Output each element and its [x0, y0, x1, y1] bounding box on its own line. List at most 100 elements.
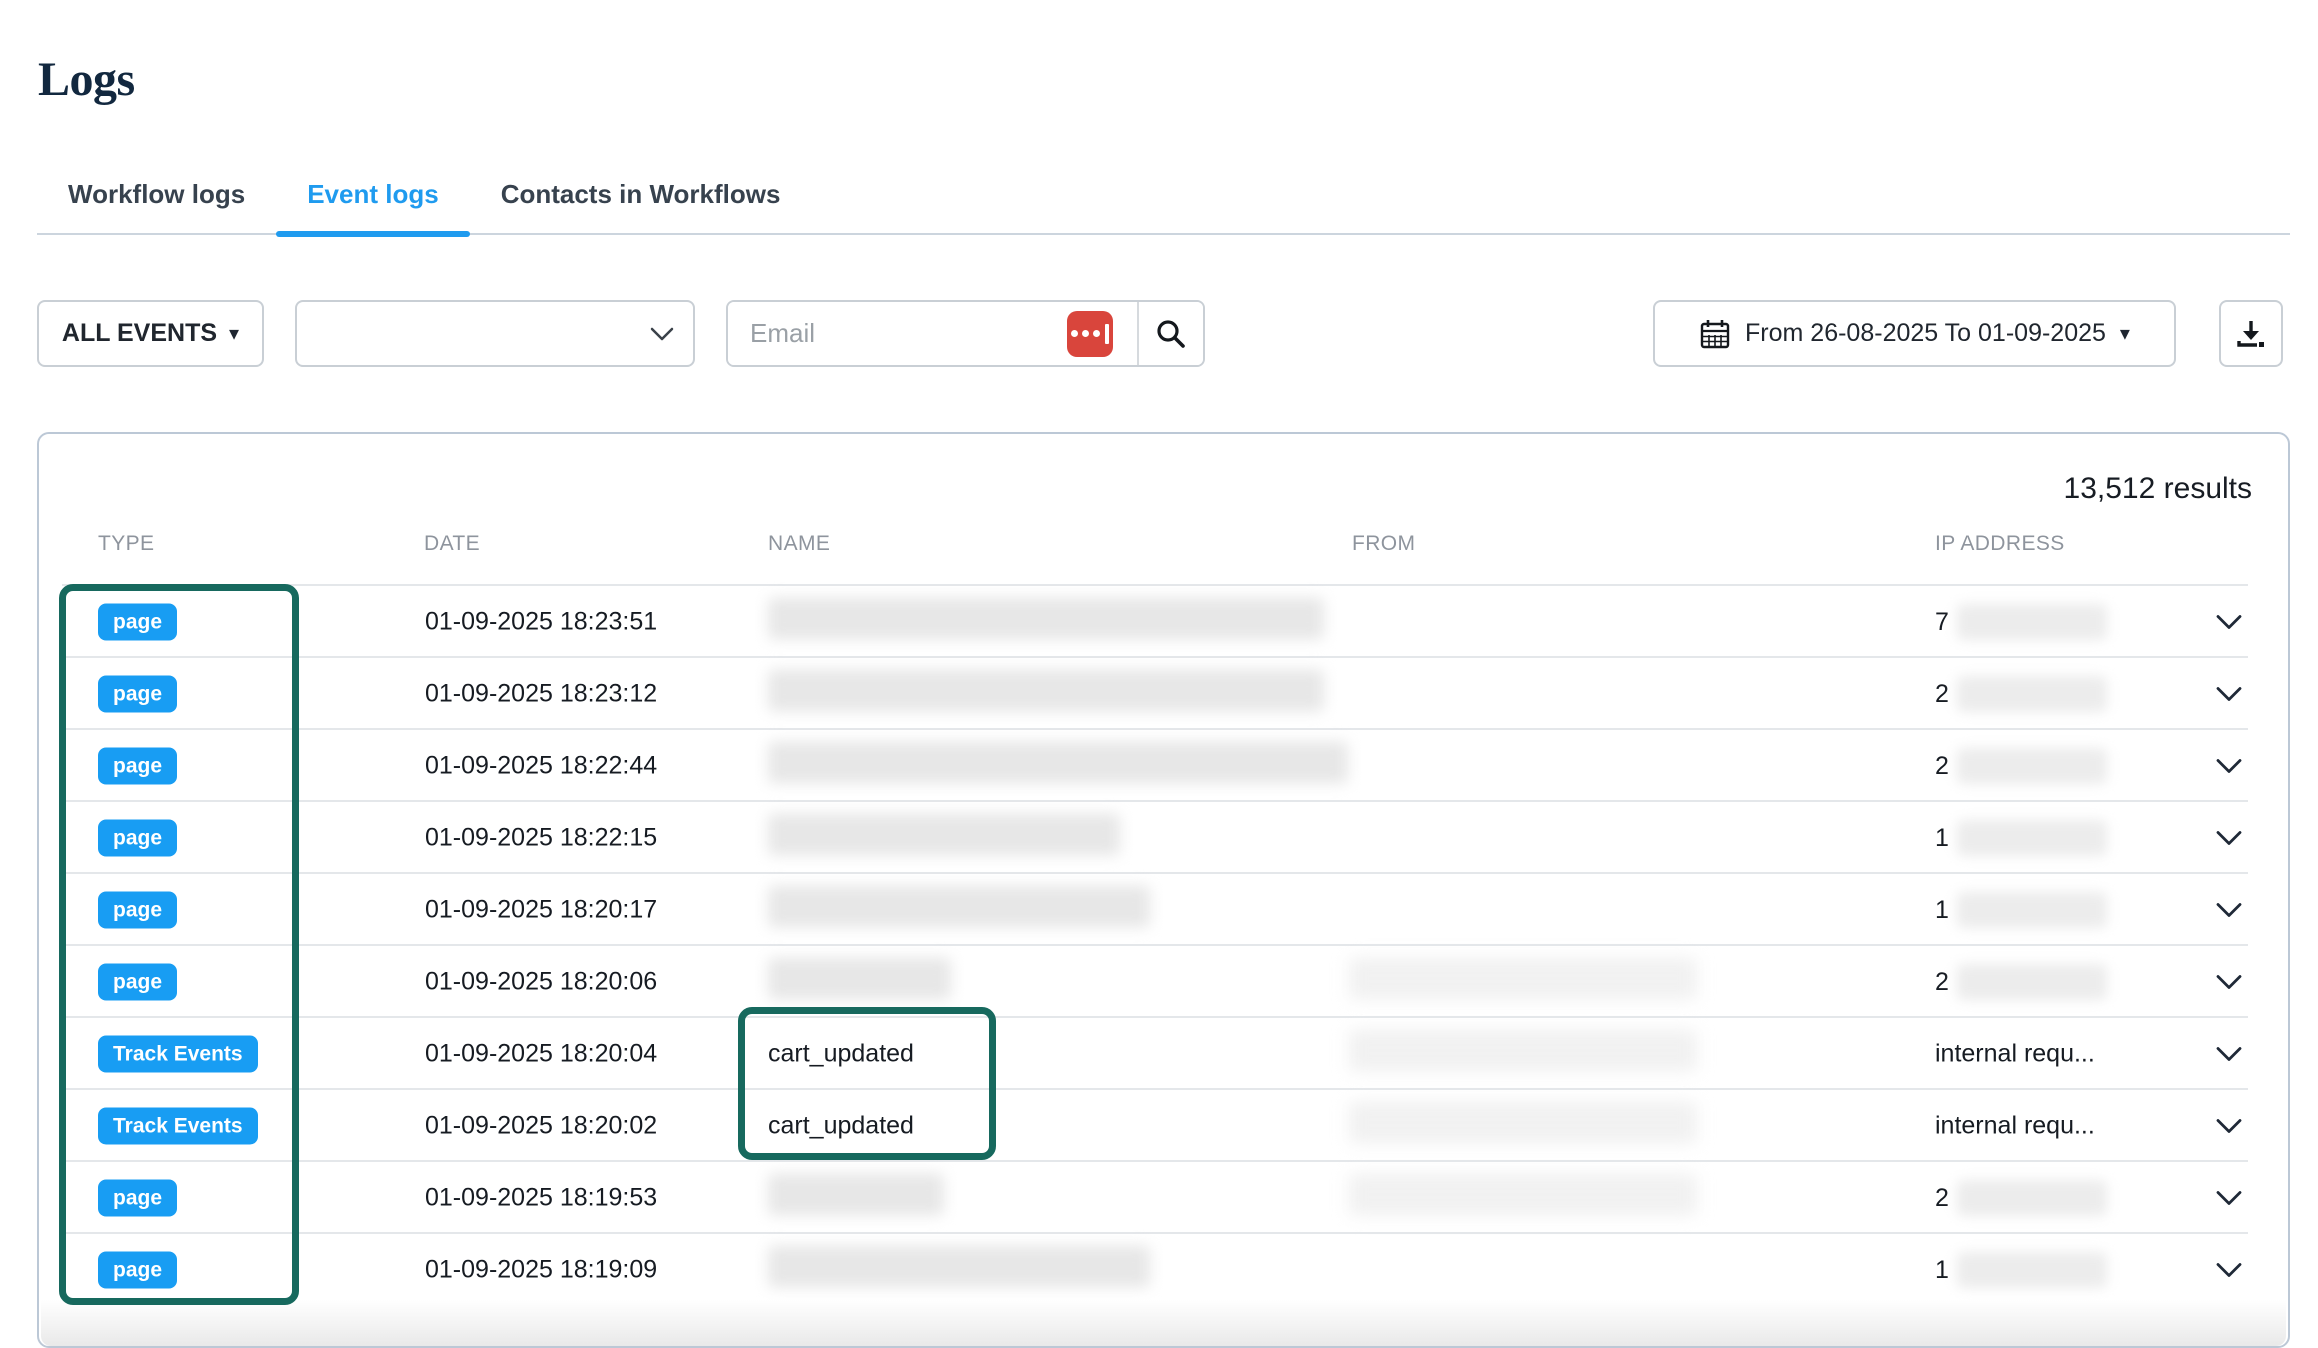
- ip-address-cell: 1: [1935, 820, 2107, 856]
- name-cell: [768, 886, 1150, 935]
- table-row[interactable]: page 01-09-2025 18:22:44 2: [39, 730, 2288, 802]
- password-manager-extension-icon[interactable]: [1067, 311, 1113, 357]
- redacted-name-blur: [768, 670, 1324, 712]
- caret-down-icon: ▾: [2120, 324, 2130, 344]
- name-cell: [768, 598, 1324, 647]
- type-cell: page: [98, 964, 177, 1001]
- row-expand-chevron[interactable]: [2215, 686, 2243, 703]
- table-row[interactable]: page 01-09-2025 18:20:17 1: [39, 874, 2288, 946]
- name-cell: [768, 814, 1120, 863]
- table-row[interactable]: page 01-09-2025 18:23:12 2: [39, 658, 2288, 730]
- ip-address-cell: 1: [1935, 1252, 2107, 1288]
- date-cell: 01-09-2025 18:23:12: [425, 680, 657, 709]
- event-type-badge: page: [98, 1180, 177, 1217]
- table-row[interactable]: page 01-09-2025 18:22:15 1: [39, 802, 2288, 874]
- table-row[interactable]: page 01-09-2025 18:19:09 1: [39, 1234, 2288, 1306]
- event-type-badge: page: [98, 748, 177, 785]
- logs-table-card: 13,512 results TYPEDATENAMEFROMIP ADDRES…: [37, 432, 2290, 1348]
- name-cell: [768, 1246, 1150, 1295]
- row-expand-chevron[interactable]: [2215, 1046, 2243, 1063]
- column-header-ip-address: IP ADDRESS: [1935, 532, 2065, 556]
- name-cell: cart_updated: [768, 1040, 914, 1069]
- tab-label: Event logs: [307, 179, 438, 210]
- date-cell: 01-09-2025 18:20:17: [425, 896, 657, 925]
- chevron-down-icon: [2215, 1046, 2243, 1063]
- from-cell: [1349, 1030, 1697, 1079]
- redacted-from-blur: [1349, 958, 1697, 1000]
- name-cell: [768, 670, 1324, 719]
- table-row[interactable]: page 01-09-2025 18:19:53 2: [39, 1162, 2288, 1234]
- table-row[interactable]: page 01-09-2025 18:23:51 7: [39, 586, 2288, 658]
- table-row[interactable]: Track Events 01-09-2025 18:20:02 cart_up…: [39, 1090, 2288, 1162]
- caret-down-icon: ▾: [229, 324, 239, 344]
- type-cell: Track Events: [98, 1036, 258, 1073]
- ip-address-cell: 2: [1935, 748, 2107, 784]
- event-type-badge: page: [98, 892, 177, 929]
- page-title: Logs: [38, 52, 135, 107]
- tabs-bar: Workflow logs Event logs Contacts in Workf…: [37, 155, 2290, 235]
- search-button[interactable]: [1139, 302, 1203, 365]
- row-expand-chevron[interactable]: [2215, 1118, 2243, 1135]
- ip-address-cell: 1: [1935, 892, 2107, 928]
- type-cell: page: [98, 676, 177, 713]
- redacted-name-blur: [768, 886, 1150, 928]
- tab-label: Contacts in Workflows: [501, 179, 781, 210]
- category-select[interactable]: [295, 300, 695, 367]
- row-expand-chevron[interactable]: [2215, 974, 2243, 991]
- from-cell: [1349, 1174, 1697, 1223]
- ip-prefix-digit: 1: [1935, 824, 1949, 853]
- event-type-badge: Track Events: [98, 1108, 258, 1145]
- ip-prefix-digit: 1: [1935, 896, 1949, 925]
- download-button[interactable]: [2219, 300, 2283, 367]
- download-icon: [2234, 317, 2268, 351]
- tab-event-logs[interactable]: Event logs: [276, 155, 469, 233]
- row-expand-chevron[interactable]: [2215, 1262, 2243, 1279]
- table-row[interactable]: Track Events 01-09-2025 18:20:04 cart_up…: [39, 1018, 2288, 1090]
- row-expand-chevron[interactable]: [2215, 830, 2243, 847]
- column-header-name: NAME: [768, 532, 830, 556]
- name-cell: cart_updated: [768, 1112, 914, 1141]
- row-expand-chevron[interactable]: [2215, 614, 2243, 631]
- event-type-badge: Track Events: [98, 1036, 258, 1073]
- date-cell: 01-09-2025 18:22:44: [425, 752, 657, 781]
- date-range-button[interactable]: From 26-08-2025 To 01-09-2025 ▾: [1653, 300, 2176, 367]
- chevron-down-icon: [2215, 1262, 2243, 1279]
- calendar-icon: [1699, 318, 1731, 350]
- date-cell: 01-09-2025 18:20:04: [425, 1040, 657, 1069]
- redacted-ip-blur: [1957, 1180, 2107, 1216]
- redacted-name-blur: [768, 742, 1348, 784]
- chevron-down-icon: [2215, 1190, 2243, 1207]
- ip-address-cell: 2: [1935, 676, 2107, 712]
- tab-workflow-logs[interactable]: Workflow logs: [37, 155, 276, 233]
- chevron-down-icon: [2215, 686, 2243, 703]
- redacted-ip-blur: [1957, 820, 2107, 856]
- redacted-from-blur: [1349, 1030, 1697, 1072]
- event-type-badge: page: [98, 820, 177, 857]
- all-events-label: ALL EVENTS: [62, 319, 217, 348]
- type-cell: page: [98, 892, 177, 929]
- row-expand-chevron[interactable]: [2215, 1190, 2243, 1207]
- table-row[interactable]: page 01-09-2025 18:20:06 2: [39, 946, 2288, 1018]
- event-logs-page: Logs Workflow logs Event logs Contacts in …: [0, 0, 2318, 1348]
- chevron-down-icon: [2215, 758, 2243, 775]
- chevron-down-icon: [2215, 830, 2243, 847]
- chevron-down-icon: [2215, 902, 2243, 919]
- row-expand-chevron[interactable]: [2215, 902, 2243, 919]
- event-type-badge: page: [98, 604, 177, 641]
- tab-contacts-in-workflows[interactable]: Contacts in Workflows: [470, 155, 812, 233]
- ip-prefix-digit: 2: [1935, 1184, 1949, 1213]
- results-count: 13,512 results: [2064, 472, 2252, 506]
- table-header-row: TYPEDATENAMEFROMIP ADDRESS: [39, 532, 2288, 586]
- active-tab-underline: [276, 231, 469, 237]
- redacted-ip-blur: [1957, 676, 2107, 712]
- all-events-dropdown-button[interactable]: ALL EVENTS ▾: [37, 300, 264, 367]
- redacted-ip-blur: [1957, 964, 2107, 1000]
- ip-address-cell: 7: [1935, 604, 2107, 640]
- date-cell: 01-09-2025 18:20:02: [425, 1112, 657, 1141]
- date-cell: 01-09-2025 18:19:53: [425, 1184, 657, 1213]
- type-cell: page: [98, 820, 177, 857]
- from-cell: [1349, 958, 1697, 1007]
- date-cell: 01-09-2025 18:19:09: [425, 1256, 657, 1285]
- tab-label: Workflow logs: [68, 179, 245, 210]
- row-expand-chevron[interactable]: [2215, 758, 2243, 775]
